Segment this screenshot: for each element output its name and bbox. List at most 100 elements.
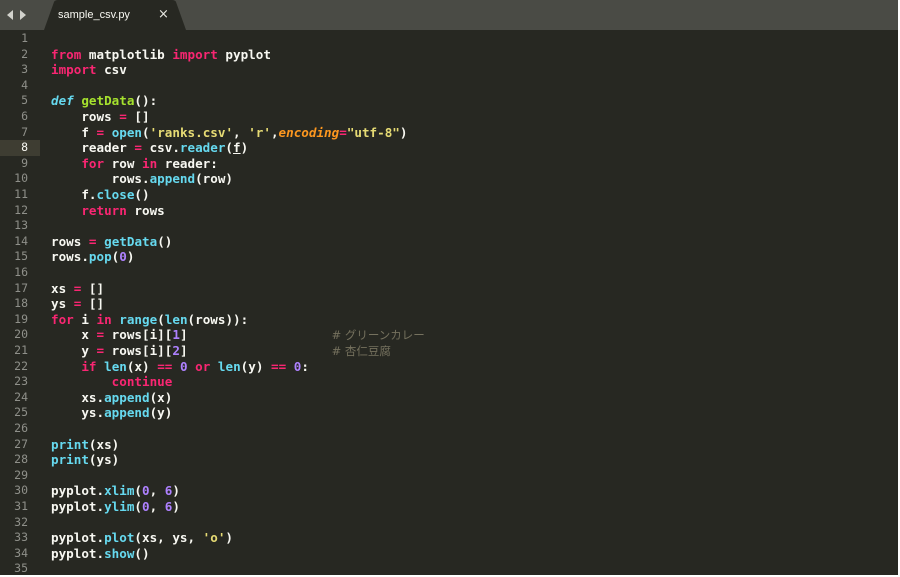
line-number: 22: [14, 358, 28, 373]
code-line[interactable]: x = rows[i][1] # グリーンカレー: [51, 327, 425, 343]
code-token: (y): [149, 405, 173, 421]
code-token: print: [51, 452, 89, 468]
code-line[interactable]: rows.append(row): [51, 171, 233, 187]
code-token: plot: [104, 530, 135, 546]
code-line[interactable]: ys = []: [51, 296, 104, 312]
code-token: ): [172, 483, 180, 499]
code-token: =: [119, 109, 127, 124]
code-token: len: [164, 311, 188, 327]
code-line[interactable]: xs = []: [51, 281, 104, 297]
code-line[interactable]: pyplot.show(): [51, 546, 150, 562]
code-token: ys.: [51, 405, 105, 421]
code-token: ==: [271, 358, 287, 374]
code-token: close: [96, 187, 135, 202]
code-token: (rows)):: [187, 311, 249, 327]
line-number: 5: [21, 93, 28, 108]
line-number: 18: [14, 296, 28, 311]
editor-window: sample_csv.py × 1 2 3 4 5 6 7 8 9 10 11 12 13 14 15 16 1…: [0, 0, 898, 575]
tab-label[interactable]: sample_csv.py: [58, 9, 130, 21]
close-icon[interactable]: ×: [158, 7, 169, 22]
code-area[interactable]: from matplotlib import pyplot import csv d…: [51, 30, 898, 575]
code-token: (row): [195, 171, 233, 187]
line-number: 10: [14, 171, 28, 186]
code-line[interactable]: f.close(): [51, 187, 149, 203]
code-token: ylim: [104, 499, 135, 514]
code-token: rows: [126, 202, 165, 218]
line-number: 4: [21, 77, 28, 92]
code-line[interactable]: pyplot.plot(xs, ys, 'o'): [51, 530, 233, 546]
nav-left-icon[interactable]: [7, 10, 13, 20]
code-token: (): [157, 233, 173, 249]
code-token: xs: [51, 280, 74, 296]
code-line[interactable]: import csv: [51, 62, 127, 78]
code-token: len: [104, 358, 127, 374]
line-number: 6: [21, 109, 28, 123]
code-token: getData: [104, 233, 158, 249]
code-token: x: [51, 327, 97, 343]
code-token: (: [142, 124, 150, 140]
code-editor[interactable]: 1 2 3 4 5 6 7 8 9 10 11 12 13 14 15 16 17 18 19 20 21 22 23 24 2…: [0, 30, 898, 575]
code-line[interactable]: ys.append(y): [51, 405, 172, 421]
line-number: 21: [14, 343, 28, 357]
code-line[interactable]: if len(x) == 0 or len(y) == 0:: [51, 359, 309, 375]
tab-bar: sample_csv.py ×: [0, 0, 898, 30]
line-number: 15: [14, 249, 28, 264]
line-number: 19: [14, 311, 28, 326]
code-line[interactable]: return rows: [51, 202, 165, 219]
code-line[interactable]: from matplotlib import pyplot: [51, 47, 271, 63]
code-token: rows[i][: [104, 343, 173, 358]
code-line[interactable]: for i in range(len(rows)):: [51, 312, 248, 328]
code-line[interactable]: y = rows[i][2] # 杏仁豆腐: [51, 343, 391, 359]
code-token: for: [51, 311, 74, 327]
code-token: []: [81, 296, 105, 312]
code-token: (): [134, 545, 150, 561]
tab-sample-csv[interactable]: sample_csv.py ×: [44, 0, 186, 30]
code-line[interactable]: def getData():: [51, 93, 157, 109]
code-token: pyplot.: [51, 483, 105, 499]
code-token: (: [225, 140, 234, 156]
code-token: continue: [111, 374, 173, 390]
code-token: 0: [179, 358, 188, 374]
code-line[interactable]: pyplot.xlim(0, 6): [51, 483, 180, 499]
code-line[interactable]: reader = csv.reader(f): [51, 140, 248, 156]
line-number: 34: [14, 545, 28, 560]
code-token: ]: [179, 327, 332, 343]
code-token: 'r': [248, 124, 271, 140]
code-line[interactable]: print(ys): [51, 452, 119, 468]
line-number: 30: [14, 483, 28, 498]
code-token: print: [51, 436, 89, 452]
code-line[interactable]: continue: [51, 374, 173, 390]
code-line[interactable]: xs.append(x): [51, 390, 172, 406]
code-token: f.: [51, 187, 97, 202]
code-token: rows: [51, 233, 89, 249]
code-line[interactable]: for row in reader:: [51, 156, 218, 172]
code-token: len: [217, 358, 241, 374]
code-line[interactable]: rows = getData(): [51, 234, 172, 250]
code-token: def: [51, 93, 74, 109]
code-token: from: [51, 46, 82, 62]
code-token: ==: [157, 358, 173, 374]
line-number: 11: [14, 187, 28, 201]
code-line[interactable]: print(xs): [51, 437, 119, 453]
line-number: 29: [14, 467, 28, 482]
code-token: getData: [81, 93, 135, 109]
code-line[interactable]: rows = []: [51, 109, 149, 125]
code-token: row: [104, 155, 143, 171]
code-token: y: [51, 343, 97, 358]
code-token: ():: [134, 93, 158, 109]
line-number: 13: [14, 218, 28, 233]
code-token: ): [126, 249, 135, 265]
line-number: 28: [14, 452, 28, 467]
code-token: pyplot.: [51, 545, 105, 561]
code-token: 0: [142, 499, 150, 514]
nav-right-icon[interactable]: [20, 10, 26, 20]
line-number: 1: [21, 31, 28, 45]
code-line[interactable]: pyplot.ylim(0, 6): [51, 499, 180, 515]
code-comment: # グリーンカレー: [331, 328, 425, 343]
code-line[interactable]: rows.pop(0): [51, 249, 134, 265]
code-line[interactable]: f = open('ranks.csv', 'r',encoding="utf-…: [51, 125, 407, 141]
code-token: =: [96, 343, 105, 358]
